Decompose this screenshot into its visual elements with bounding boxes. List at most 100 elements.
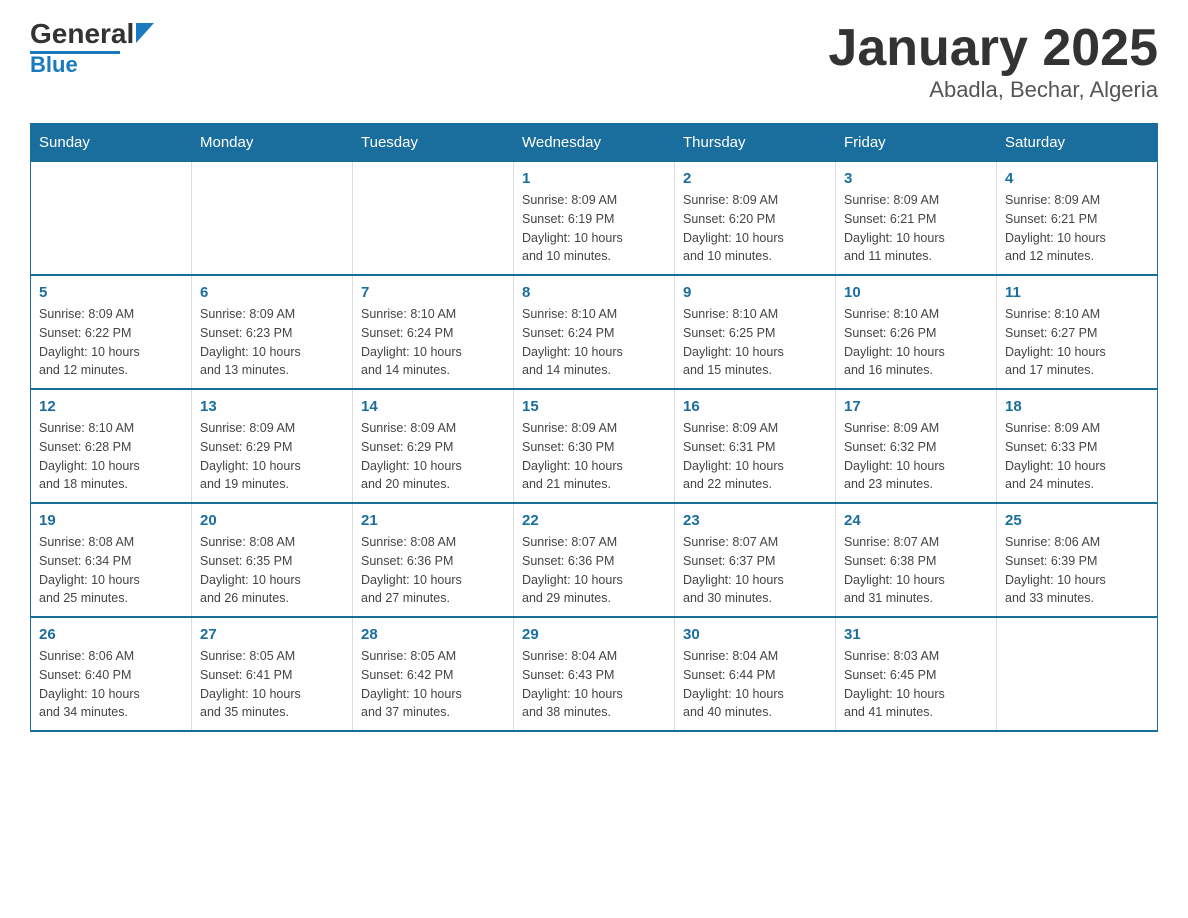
day-number: 11 <box>1005 284 1149 301</box>
column-header-tuesday: Tuesday <box>353 124 514 162</box>
day-number: 13 <box>200 398 344 415</box>
day-number: 22 <box>522 512 666 529</box>
day-number: 2 <box>683 170 827 187</box>
logo: General Blue <box>30 20 154 76</box>
day-info: Sunrise: 8:08 AM Sunset: 6:35 PM Dayligh… <box>200 533 344 608</box>
calendar-cell <box>31 162 192 276</box>
day-number: 3 <box>844 170 988 187</box>
day-info: Sunrise: 8:10 AM Sunset: 6:28 PM Dayligh… <box>39 419 183 494</box>
calendar-header-row: SundayMondayTuesdayWednesdayThursdayFrid… <box>31 124 1158 162</box>
day-number: 24 <box>844 512 988 529</box>
calendar-week-row: 19 Sunrise: 8:08 AM Sunset: 6:34 PM Dayli… <box>31 503 1158 617</box>
day-info: Sunrise: 8:10 AM Sunset: 6:26 PM Dayligh… <box>844 305 988 380</box>
day-number: 23 <box>683 512 827 529</box>
day-number: 18 <box>1005 398 1149 415</box>
calendar-cell: 26 Sunrise: 8:06 AM Sunset: 6:40 PM Dayli… <box>31 617 192 731</box>
day-info: Sunrise: 8:03 AM Sunset: 6:45 PM Dayligh… <box>844 647 988 722</box>
calendar-cell: 22Sunrise: 8:07 AM Sunset: 6:36 PM Dayli… <box>514 503 675 617</box>
column-header-friday: Friday <box>836 124 997 162</box>
calendar-cell: 27 Sunrise: 8:05 AM Sunset: 6:41 PM Dayli… <box>192 617 353 731</box>
day-info: Sunrise: 8:09 AM Sunset: 6:29 PM Dayligh… <box>361 419 505 494</box>
logo-blue: Blue <box>30 54 78 76</box>
calendar-week-row: 1 Sunrise: 8:09 AM Sunset: 6:19 PM Daylig… <box>31 162 1158 276</box>
title-block: January 2025 Abadla, Bechar, Algeria <box>828 20 1158 103</box>
calendar-cell <box>353 162 514 276</box>
day-number: 16 <box>683 398 827 415</box>
day-info: Sunrise: 8:04 AM Sunset: 6:44 PM Dayligh… <box>683 647 827 722</box>
calendar-cell: 30Sunrise: 8:04 AM Sunset: 6:44 PM Dayli… <box>675 617 836 731</box>
day-number: 9 <box>683 284 827 301</box>
day-info: Sunrise: 8:09 AM Sunset: 6:23 PM Dayligh… <box>200 305 344 380</box>
page-title: January 2025 <box>828 20 1158 77</box>
column-header-saturday: Saturday <box>997 124 1158 162</box>
calendar-cell: 23 Sunrise: 8:07 AM Sunset: 6:37 PM Dayli… <box>675 503 836 617</box>
day-number: 21 <box>361 512 505 529</box>
day-info: Sunrise: 8:09 AM Sunset: 6:32 PM Dayligh… <box>844 419 988 494</box>
calendar-cell: 1 Sunrise: 8:09 AM Sunset: 6:19 PM Daylig… <box>514 162 675 276</box>
day-info: Sunrise: 8:05 AM Sunset: 6:42 PM Dayligh… <box>361 647 505 722</box>
calendar-cell: 10 Sunrise: 8:10 AM Sunset: 6:26 PM Dayli… <box>836 275 997 389</box>
day-number: 4 <box>1005 170 1149 187</box>
calendar-cell: 4Sunrise: 8:09 AM Sunset: 6:21 PM Daylig… <box>997 162 1158 276</box>
calendar-cell: 24 Sunrise: 8:07 AM Sunset: 6:38 PM Dayli… <box>836 503 997 617</box>
calendar-cell: 3 Sunrise: 8:09 AM Sunset: 6:21 PM Daylig… <box>836 162 997 276</box>
day-number: 19 <box>39 512 183 529</box>
day-info: Sunrise: 8:04 AM Sunset: 6:43 PM Dayligh… <box>522 647 666 722</box>
day-number: 5 <box>39 284 183 301</box>
column-header-monday: Monday <box>192 124 353 162</box>
day-number: 26 <box>39 626 183 643</box>
calendar-table: SundayMondayTuesdayWednesdayThursdayFrid… <box>30 123 1158 732</box>
day-number: 29 <box>522 626 666 643</box>
calendar-cell: 17 Sunrise: 8:09 AM Sunset: 6:32 PM Dayli… <box>836 389 997 503</box>
day-info: Sunrise: 8:07 AM Sunset: 6:37 PM Dayligh… <box>683 533 827 608</box>
day-number: 1 <box>522 170 666 187</box>
day-info: Sunrise: 8:09 AM Sunset: 6:21 PM Dayligh… <box>844 191 988 266</box>
calendar-cell: 6 Sunrise: 8:09 AM Sunset: 6:23 PM Daylig… <box>192 275 353 389</box>
calendar-week-row: 5 Sunrise: 8:09 AM Sunset: 6:22 PM Daylig… <box>31 275 1158 389</box>
calendar-cell: 16 Sunrise: 8:09 AM Sunset: 6:31 PM Dayli… <box>675 389 836 503</box>
day-number: 7 <box>361 284 505 301</box>
page-header: General Blue January 2025 Abadla, Bechar… <box>30 20 1158 103</box>
day-info: Sunrise: 8:09 AM Sunset: 6:19 PM Dayligh… <box>522 191 666 266</box>
day-info: Sunrise: 8:10 AM Sunset: 6:25 PM Dayligh… <box>683 305 827 380</box>
calendar-cell: 25 Sunrise: 8:06 AM Sunset: 6:39 PM Dayli… <box>997 503 1158 617</box>
day-info: Sunrise: 8:09 AM Sunset: 6:22 PM Dayligh… <box>39 305 183 380</box>
day-info: Sunrise: 8:09 AM Sunset: 6:31 PM Dayligh… <box>683 419 827 494</box>
day-number: 17 <box>844 398 988 415</box>
day-number: 6 <box>200 284 344 301</box>
calendar-cell <box>997 617 1158 731</box>
calendar-cell: 19 Sunrise: 8:08 AM Sunset: 6:34 PM Dayli… <box>31 503 192 617</box>
calendar-cell: 15Sunrise: 8:09 AM Sunset: 6:30 PM Dayli… <box>514 389 675 503</box>
calendar-cell: 18 Sunrise: 8:09 AM Sunset: 6:33 PM Dayli… <box>997 389 1158 503</box>
column-header-thursday: Thursday <box>675 124 836 162</box>
logo-triangle-icon <box>136 23 154 43</box>
day-info: Sunrise: 8:09 AM Sunset: 6:33 PM Dayligh… <box>1005 419 1149 494</box>
calendar-cell: 20 Sunrise: 8:08 AM Sunset: 6:35 PM Dayli… <box>192 503 353 617</box>
calendar-cell: 21Sunrise: 8:08 AM Sunset: 6:36 PM Dayli… <box>353 503 514 617</box>
day-number: 25 <box>1005 512 1149 529</box>
day-info: Sunrise: 8:09 AM Sunset: 6:30 PM Dayligh… <box>522 419 666 494</box>
calendar-cell: 7 Sunrise: 8:10 AM Sunset: 6:24 PM Daylig… <box>353 275 514 389</box>
day-info: Sunrise: 8:06 AM Sunset: 6:40 PM Dayligh… <box>39 647 183 722</box>
day-number: 14 <box>361 398 505 415</box>
calendar-cell: 2Sunrise: 8:09 AM Sunset: 6:20 PM Daylig… <box>675 162 836 276</box>
day-info: Sunrise: 8:10 AM Sunset: 6:24 PM Dayligh… <box>361 305 505 380</box>
day-info: Sunrise: 8:09 AM Sunset: 6:29 PM Dayligh… <box>200 419 344 494</box>
day-number: 27 <box>200 626 344 643</box>
day-info: Sunrise: 8:06 AM Sunset: 6:39 PM Dayligh… <box>1005 533 1149 608</box>
calendar-week-row: 26 Sunrise: 8:06 AM Sunset: 6:40 PM Dayli… <box>31 617 1158 731</box>
day-number: 8 <box>522 284 666 301</box>
calendar-cell: 29 Sunrise: 8:04 AM Sunset: 6:43 PM Dayli… <box>514 617 675 731</box>
calendar-cell: 5 Sunrise: 8:09 AM Sunset: 6:22 PM Daylig… <box>31 275 192 389</box>
page-subtitle: Abadla, Bechar, Algeria <box>828 77 1158 103</box>
day-number: 10 <box>844 284 988 301</box>
calendar-cell: 13 Sunrise: 8:09 AM Sunset: 6:29 PM Dayli… <box>192 389 353 503</box>
logo-general: General <box>30 20 134 48</box>
day-info: Sunrise: 8:07 AM Sunset: 6:38 PM Dayligh… <box>844 533 988 608</box>
calendar-cell: 14 Sunrise: 8:09 AM Sunset: 6:29 PM Dayli… <box>353 389 514 503</box>
calendar-cell: 28 Sunrise: 8:05 AM Sunset: 6:42 PM Dayli… <box>353 617 514 731</box>
day-number: 28 <box>361 626 505 643</box>
day-info: Sunrise: 8:08 AM Sunset: 6:34 PM Dayligh… <box>39 533 183 608</box>
day-info: Sunrise: 8:05 AM Sunset: 6:41 PM Dayligh… <box>200 647 344 722</box>
day-number: 20 <box>200 512 344 529</box>
